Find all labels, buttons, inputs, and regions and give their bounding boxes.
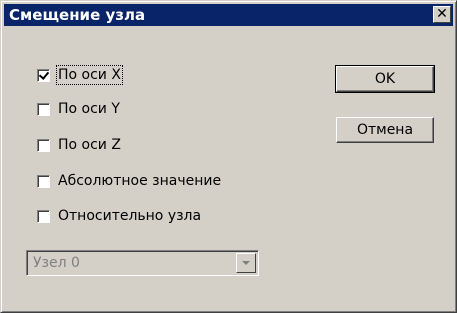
title-bar: Смещение узла ✕ xyxy=(4,4,453,26)
checkbox-relative-to-node[interactable]: Относительно узла xyxy=(37,207,201,225)
checkbox-axis-y-box[interactable] xyxy=(37,102,50,116)
checkbox-absolute-value[interactable]: Абсолютное значение xyxy=(37,172,221,190)
dialog-title: Смещение узла xyxy=(9,6,146,24)
close-button[interactable]: ✕ xyxy=(433,6,451,23)
chevron-down-icon[interactable] xyxy=(236,253,256,273)
checkbox-axis-x-label: По оси X xyxy=(56,65,123,85)
checkbox-absolute-value-box[interactable] xyxy=(37,174,50,188)
node-select[interactable]: Узел 0 xyxy=(26,250,259,276)
ok-button[interactable]: OK xyxy=(335,65,435,93)
checkbox-axis-z[interactable]: По оси Z xyxy=(37,136,121,154)
node-select-value: Узел 0 xyxy=(33,255,80,271)
node-offset-dialog: Смещение узла ✕ По оси X По оси Y По оси… xyxy=(0,0,457,313)
checkbox-axis-x-box[interactable] xyxy=(37,68,50,82)
checkbox-axis-y-label: По оси Y xyxy=(58,101,120,117)
checkbox-axis-z-box[interactable] xyxy=(37,138,50,152)
checkbox-axis-z-label: По оси Z xyxy=(58,137,121,153)
checkbox-absolute-value-label: Абсолютное значение xyxy=(58,173,222,189)
checkbox-axis-x[interactable]: По оси X xyxy=(37,65,123,85)
close-icon: ✕ xyxy=(436,6,448,22)
checkbox-axis-y[interactable]: По оси Y xyxy=(37,100,120,118)
cancel-button[interactable]: Отмена xyxy=(336,117,434,143)
checkbox-relative-to-node-label: Относительно узла xyxy=(58,208,202,224)
checkbox-relative-to-node-box[interactable] xyxy=(37,209,50,223)
